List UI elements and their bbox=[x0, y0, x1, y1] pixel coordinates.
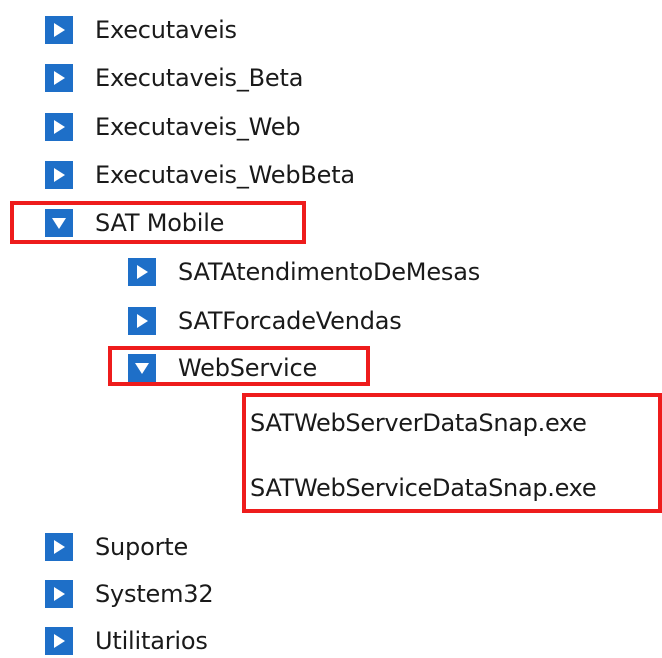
tree-node-suporte[interactable]: Suporte bbox=[45, 530, 188, 564]
expand-arrow-icon[interactable] bbox=[128, 258, 156, 286]
expand-arrow-icon[interactable] bbox=[45, 64, 73, 92]
tree-node-label: Executaveis_Beta bbox=[95, 64, 304, 92]
tree-node-executaveis-web[interactable]: Executaveis_Web bbox=[45, 110, 301, 144]
tree-node-label: Suporte bbox=[95, 533, 189, 561]
folder-tree: Executaveis Executaveis_Beta Executaveis… bbox=[0, 0, 662, 655]
expand-arrow-icon[interactable] bbox=[45, 161, 73, 189]
tree-node-label: Utilitarios bbox=[95, 627, 208, 655]
tree-node-label: Executaveis_Web bbox=[95, 113, 301, 141]
tree-node-utilitarios[interactable]: Utilitarios bbox=[45, 624, 208, 658]
tree-node-label: SAT Mobile bbox=[95, 209, 225, 237]
expand-arrow-icon[interactable] bbox=[45, 580, 73, 608]
collapse-arrow-icon[interactable] bbox=[128, 354, 156, 382]
collapse-arrow-icon[interactable] bbox=[45, 209, 73, 237]
tree-node-webservice[interactable]: WebService bbox=[128, 351, 317, 385]
expand-arrow-icon[interactable] bbox=[45, 113, 73, 141]
tree-node-label: Executaveis_WebBeta bbox=[95, 161, 355, 189]
tree-node-label: SATAtendimentoDeMesas bbox=[178, 258, 480, 286]
tree-node-label: SATForcadeVendas bbox=[178, 307, 402, 335]
tree-node-system32[interactable]: System32 bbox=[45, 577, 214, 611]
tree-node-label: WebService bbox=[178, 354, 318, 382]
expand-arrow-icon[interactable] bbox=[45, 16, 73, 44]
tree-node-satatendimentodemesas[interactable]: SATAtendimentoDeMesas bbox=[128, 255, 480, 289]
tree-node-label: System32 bbox=[95, 580, 214, 608]
expand-arrow-icon[interactable] bbox=[45, 627, 73, 655]
tree-node-label: Executaveis bbox=[95, 16, 237, 44]
tree-node-satforcadevendas[interactable]: SATForcadeVendas bbox=[128, 304, 402, 338]
expand-arrow-icon[interactable] bbox=[45, 533, 73, 561]
file-item-satwebservicedatasnap[interactable]: SATWebServiceDataSnap.exe bbox=[250, 471, 597, 505]
expand-arrow-icon[interactable] bbox=[128, 307, 156, 335]
file-item-satwebserverdatasnap[interactable]: SATWebServerDataSnap.exe bbox=[250, 406, 587, 440]
tree-node-executaveis-beta[interactable]: Executaveis_Beta bbox=[45, 61, 303, 95]
tree-node-executaveis-webbeta[interactable]: Executaveis_WebBeta bbox=[45, 158, 355, 192]
tree-node-executaveis[interactable]: Executaveis bbox=[45, 13, 237, 47]
tree-node-sat-mobile[interactable]: SAT Mobile bbox=[45, 206, 224, 240]
